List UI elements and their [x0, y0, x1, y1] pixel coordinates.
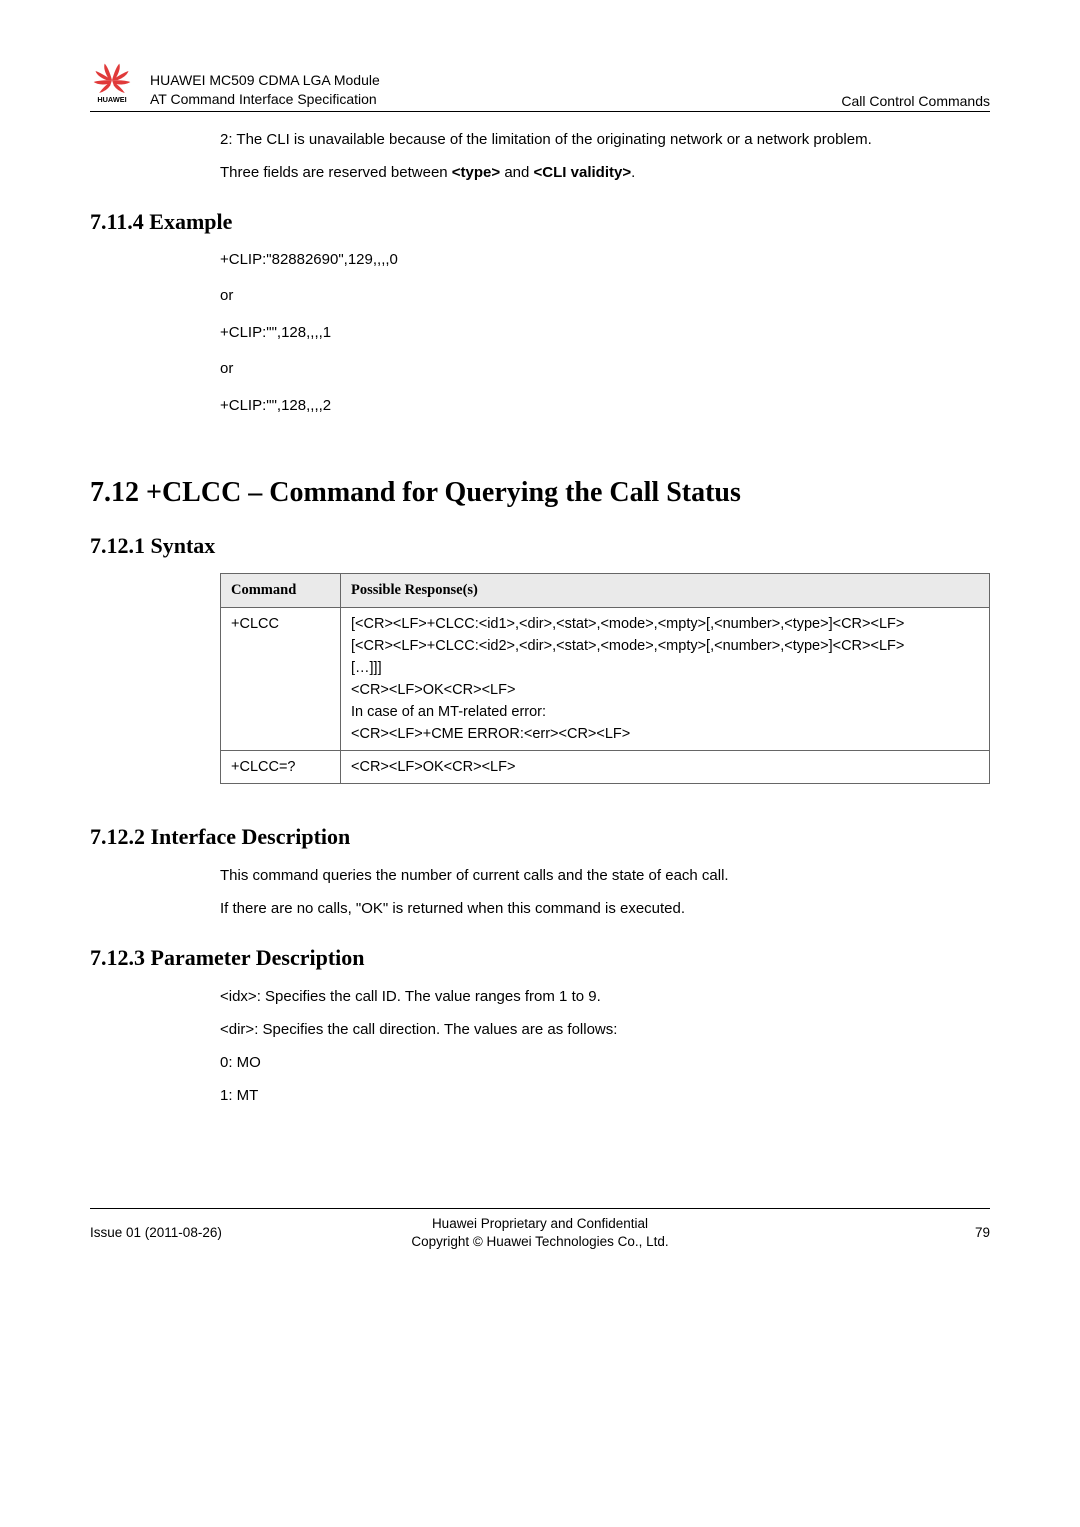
- resp-l2: [<CR><LF>+CLCC:<id2>,<dir>,<stat>,<mode>…: [351, 638, 979, 654]
- logo-container: HUAWEI: [90, 60, 150, 109]
- th-response: Possible Response(s): [341, 574, 990, 608]
- heading-7-12-1: 7.12.1 Syntax: [90, 533, 990, 559]
- interface-desc-block: This command queries the number of curre…: [90, 864, 990, 921]
- example-l5: +CLIP:"",128,,,,2: [220, 395, 990, 418]
- example-l1: +CLIP:"82882690",129,,,,0: [220, 249, 990, 272]
- intro-p2-pre: Three fields are reserved between: [220, 164, 452, 181]
- heading-7-12-3: 7.12.3 Parameter Description: [90, 945, 990, 971]
- heading-7-12: 7.12 +CLCC – Command for Querying the Ca…: [90, 477, 990, 509]
- table-header-row: Command Possible Response(s): [221, 574, 990, 608]
- header-line1: HUAWEI MC509 CDMA LGA Module: [150, 71, 841, 90]
- iface-p1: This command queries the number of curre…: [220, 864, 990, 887]
- param-p4: 1: MT: [220, 1084, 990, 1107]
- page-header: HUAWEI HUAWEI MC509 CDMA LGA Module AT C…: [90, 60, 990, 112]
- huawei-logo-icon: HUAWEI: [90, 60, 134, 104]
- heading-7-11-4: 7.11.4 Example: [90, 209, 990, 235]
- resp-l3: […]]]: [351, 660, 979, 676]
- footer-c1: Huawei Proprietary and Confidential: [315, 1215, 765, 1233]
- header-line2: AT Command Interface Specification: [150, 90, 841, 109]
- footer-page-number: 79: [765, 1225, 990, 1240]
- intro-p2-b1: <type>: [452, 164, 500, 181]
- example-l3: +CLIP:"",128,,,,1: [220, 322, 990, 345]
- cell-cmd-clcc-q: +CLCC=?: [221, 751, 341, 784]
- example-l2: or: [220, 285, 990, 308]
- intro-p2: Three fields are reserved between <type>…: [220, 161, 990, 184]
- syntax-table: Command Possible Response(s) +CLCC [<CR>…: [220, 573, 990, 784]
- param-p3: 0: MO: [220, 1051, 990, 1074]
- intro-p2-post: .: [631, 164, 635, 181]
- header-chapter: Call Control Commands: [841, 93, 990, 109]
- cell-cmd-clcc: +CLCC: [221, 608, 341, 751]
- table-row: +CLCC [<CR><LF>+CLCC:<id1>,<dir>,<stat>,…: [221, 608, 990, 751]
- header-titles: HUAWEI MC509 CDMA LGA Module AT Command …: [150, 71, 841, 109]
- intro-block: 2: The CLI is unavailable because of the…: [90, 128, 990, 185]
- footer-center: Huawei Proprietary and Confidential Copy…: [315, 1215, 765, 1251]
- th-command: Command: [221, 574, 341, 608]
- cell-resp-clcc: [<CR><LF>+CLCC:<id1>,<dir>,<stat>,<mode>…: [341, 608, 990, 751]
- resp-l6: <CR><LF>+CME ERROR:<err><CR><LF>: [351, 726, 979, 742]
- intro-p2-mid: and: [500, 164, 533, 181]
- footer-issue: Issue 01 (2011-08-26): [90, 1225, 315, 1240]
- resp-l1: [<CR><LF>+CLCC:<id1>,<dir>,<stat>,<mode>…: [351, 616, 979, 632]
- param-p1: <idx>: Specifies the call ID. The value …: [220, 985, 990, 1008]
- cell-resp-clcc-q: <CR><LF>OK<CR><LF>: [341, 751, 990, 784]
- iface-p2: If there are no calls, "OK" is returned …: [220, 897, 990, 920]
- page-footer: Issue 01 (2011-08-26) Huawei Proprietary…: [90, 1208, 990, 1251]
- example-block: +CLIP:"82882690",129,,,,0 or +CLIP:"",12…: [90, 249, 990, 418]
- example-l4: or: [220, 358, 990, 381]
- intro-p2-b2: <CLI validity>: [534, 164, 632, 181]
- param-p2: <dir>: Specifies the call direction. The…: [220, 1018, 990, 1041]
- resp-l5: In case of an MT-related error:: [351, 704, 979, 720]
- footer-c2: Copyright © Huawei Technologies Co., Ltd…: [315, 1233, 765, 1251]
- heading-7-12-2: 7.12.2 Interface Description: [90, 824, 990, 850]
- param-desc-block: <idx>: Specifies the call ID. The value …: [90, 985, 990, 1108]
- svg-text:HUAWEI: HUAWEI: [97, 95, 126, 104]
- resp-l4: <CR><LF>OK<CR><LF>: [351, 682, 979, 698]
- intro-p1: 2: The CLI is unavailable because of the…: [220, 128, 990, 151]
- table-row: +CLCC=? <CR><LF>OK<CR><LF>: [221, 751, 990, 784]
